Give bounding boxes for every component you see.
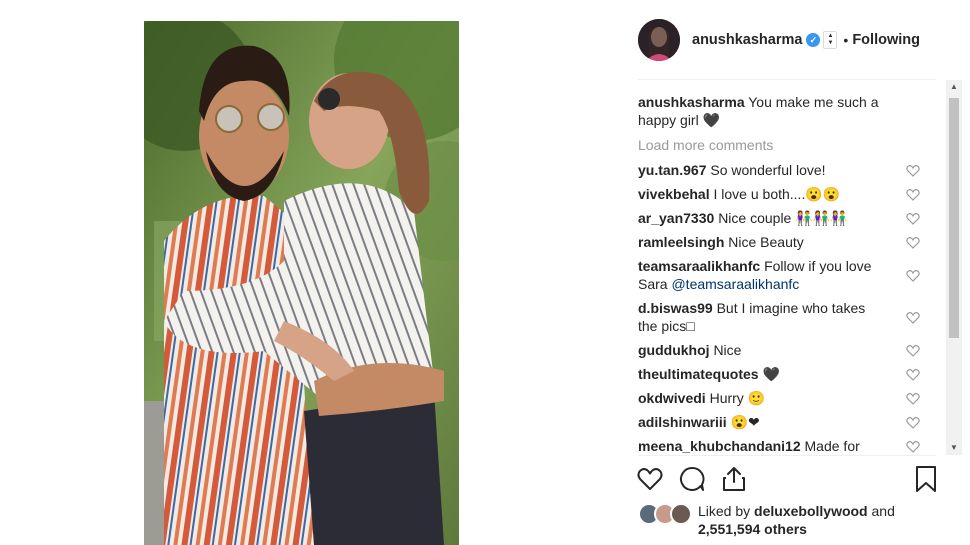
- bookmark-icon[interactable]: [912, 465, 940, 493]
- scroll-down-arrow[interactable]: ▼: [946, 441, 962, 455]
- username-link[interactable]: anushkasharma: [692, 32, 802, 48]
- comment-row: ramleelsingh Nice Beauty: [638, 233, 920, 251]
- small-heart-icon[interactable]: [906, 212, 920, 225]
- comment-username[interactable]: ramleelsingh: [638, 234, 724, 250]
- comment-username[interactable]: ar_yan7330: [638, 210, 714, 226]
- comment-username[interactable]: d.biswas99: [638, 300, 713, 316]
- small-heart-icon[interactable]: [906, 269, 920, 282]
- divider: [638, 455, 936, 456]
- small-heart-icon[interactable]: [906, 164, 920, 177]
- comment-text: 😮❤: [730, 414, 760, 430]
- comment-text: I love u both....😮😮: [713, 186, 841, 202]
- comment-row: teamsaraalikhanfc Follow if you love Sar…: [638, 257, 920, 293]
- comment-username[interactable]: meena_khubchandani12: [638, 438, 801, 454]
- small-heart-icon[interactable]: [906, 236, 920, 249]
- verified-badge-icon: ✓: [806, 33, 821, 47]
- comment-username[interactable]: okdwivedi: [638, 390, 706, 406]
- small-heart-icon[interactable]: [906, 368, 920, 381]
- scrollbar[interactable]: ▲ ▼: [946, 80, 962, 455]
- liker-avatars[interactable]: [638, 503, 694, 525]
- small-heart-icon[interactable]: [906, 392, 920, 405]
- likes-count: Liked by deluxebollywood and 2,551,594 o…: [698, 502, 938, 538]
- avatar[interactable]: [638, 19, 680, 61]
- caption-username[interactable]: anushkasharma: [638, 94, 745, 110]
- scroll-up-arrow[interactable]: ▲: [946, 80, 962, 94]
- comment-text: Nice: [713, 342, 742, 358]
- comment-row: guddukhoj Nice: [638, 341, 920, 359]
- comment-text: Nice couple 👫👫👫: [718, 210, 848, 226]
- likes-prefix: Liked by: [698, 503, 751, 519]
- comment-text: 🖤: [762, 366, 780, 382]
- comment-row: vivekbehal I love u both....😮😮: [638, 185, 920, 203]
- small-heart-icon[interactable]: [906, 311, 920, 324]
- comment-list: yu.tan.967 So wonderful love! vivekbehal …: [638, 161, 934, 455]
- account-switch-icon[interactable]: ▲ ▼: [823, 31, 838, 49]
- comment-username[interactable]: guddukhoj: [638, 342, 710, 358]
- likes-conjunction: and: [871, 503, 895, 519]
- liker-username[interactable]: deluxebollywood: [754, 503, 868, 519]
- comment-username[interactable]: adilshinwariii: [638, 414, 727, 430]
- comment-row: ar_yan7330 Nice couple 👫👫👫: [638, 209, 920, 227]
- small-heart-icon[interactable]: [906, 344, 920, 357]
- following-button[interactable]: Following: [852, 32, 920, 48]
- post-actions: [636, 465, 940, 495]
- post-caption: anushkasharma You make me such a happy g…: [638, 93, 893, 129]
- scroll-thumb[interactable]: [949, 98, 959, 338]
- likes-section: Liked by deluxebollywood and 2,551,594 o…: [638, 500, 938, 540]
- share-icon[interactable]: [720, 465, 748, 493]
- comment-row: d.biswas99 But I imagine who takes the p…: [638, 299, 920, 335]
- heart-icon[interactable]: [636, 465, 664, 493]
- comment-row: meena_khubchandani12 Made for: [638, 437, 920, 455]
- small-heart-icon[interactable]: [906, 440, 920, 453]
- comment-row: yu.tan.967 So wonderful love!: [638, 161, 920, 179]
- comment-text: Hurry 🙂: [709, 390, 766, 406]
- divider: [638, 79, 936, 80]
- comment-row: adilshinwariii 😮❤: [638, 413, 920, 431]
- post-photo[interactable]: [144, 21, 459, 545]
- small-heart-icon[interactable]: [906, 416, 920, 429]
- comment-row: theultimatequotes 🖤: [638, 365, 920, 383]
- comment-text: Made for: [804, 438, 860, 454]
- comment-username[interactable]: teamsaraalikhanfc: [638, 258, 760, 274]
- small-heart-icon[interactable]: [906, 188, 920, 201]
- comment-text: So wonderful love!: [710, 162, 826, 178]
- comment-username[interactable]: vivekbehal: [638, 186, 710, 202]
- separator-dot: •: [843, 32, 849, 48]
- post-header: anushkasharma ✓ ▲ ▼ • Following: [638, 18, 938, 62]
- comments-panel[interactable]: anushkasharma You make me such a happy g…: [638, 93, 934, 455]
- comment-username[interactable]: yu.tan.967: [638, 162, 706, 178]
- liker-avatar: [670, 503, 692, 525]
- load-more-comments-button[interactable]: Load more comments: [638, 137, 934, 153]
- comment-icon[interactable]: [678, 465, 706, 493]
- comment-row: okdwivedi Hurry 🙂: [638, 389, 920, 407]
- comment-text: Nice Beauty: [728, 234, 804, 250]
- comment-mention-link[interactable]: @teamsaraalikhanfc: [671, 276, 799, 292]
- comment-username[interactable]: theultimatequotes: [638, 366, 759, 382]
- likes-others-link[interactable]: 2,551,594 others: [698, 521, 807, 537]
